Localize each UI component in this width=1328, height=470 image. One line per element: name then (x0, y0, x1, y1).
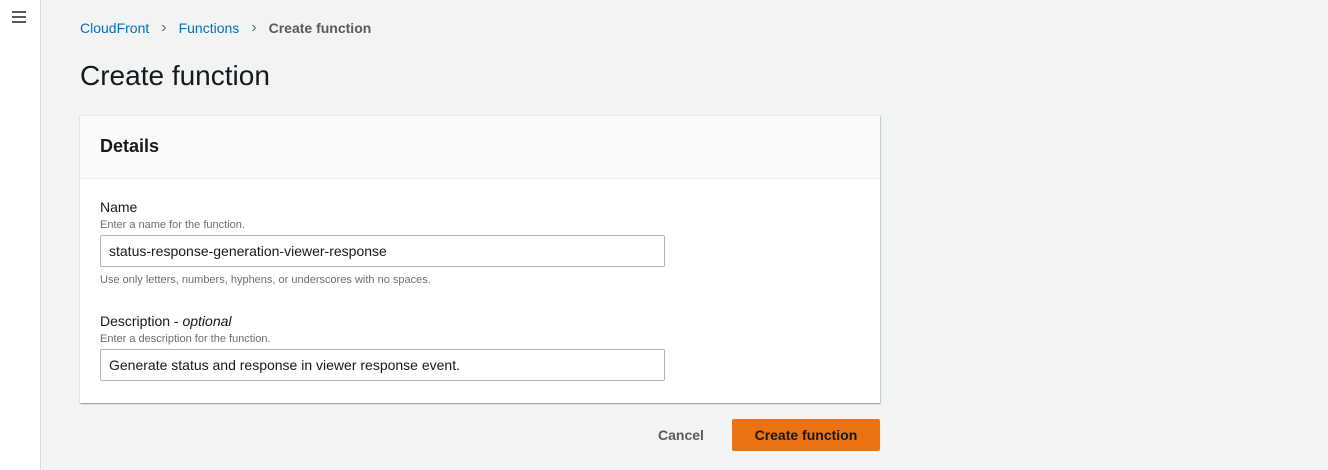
description-field: Description - optional Enter a descripti… (100, 313, 665, 381)
create-function-button[interactable]: Create function (731, 419, 880, 451)
name-description: Enter a name for the function. (100, 219, 245, 231)
optional-tag: optional (182, 313, 232, 329)
description-help: Enter a description for the function. (100, 333, 271, 345)
cancel-button[interactable]: Cancel (640, 419, 722, 451)
description-input[interactable] (100, 349, 665, 381)
details-panel: Details Name Enter a name for the functi… (80, 115, 880, 403)
breadcrumb: CloudFront › Functions › Create function (80, 19, 371, 37)
breadcrumb-current: Create function (268, 20, 372, 36)
details-heading: Details (100, 136, 160, 156)
name-field: Name Enter a name for the function. Use … (100, 199, 665, 286)
breadcrumb-functions[interactable]: Functions (179, 20, 240, 36)
description-label-text: Description - (100, 313, 183, 329)
form-actions: Cancel Create function (640, 419, 880, 451)
side-navigation (0, 0, 41, 470)
hamburger-menu-icon[interactable] (12, 11, 26, 26)
page-title: Create function (80, 60, 270, 91)
chevron-right-icon: › (251, 19, 257, 36)
name-constraint: Use only letters, numbers, hyphens, or u… (100, 274, 431, 286)
name-label: Name (100, 199, 138, 215)
breadcrumb-cloudfront[interactable]: CloudFront (80, 20, 149, 36)
description-label: Description - optional (100, 313, 665, 329)
name-input[interactable] (100, 235, 665, 267)
chevron-right-icon: › (161, 19, 167, 36)
